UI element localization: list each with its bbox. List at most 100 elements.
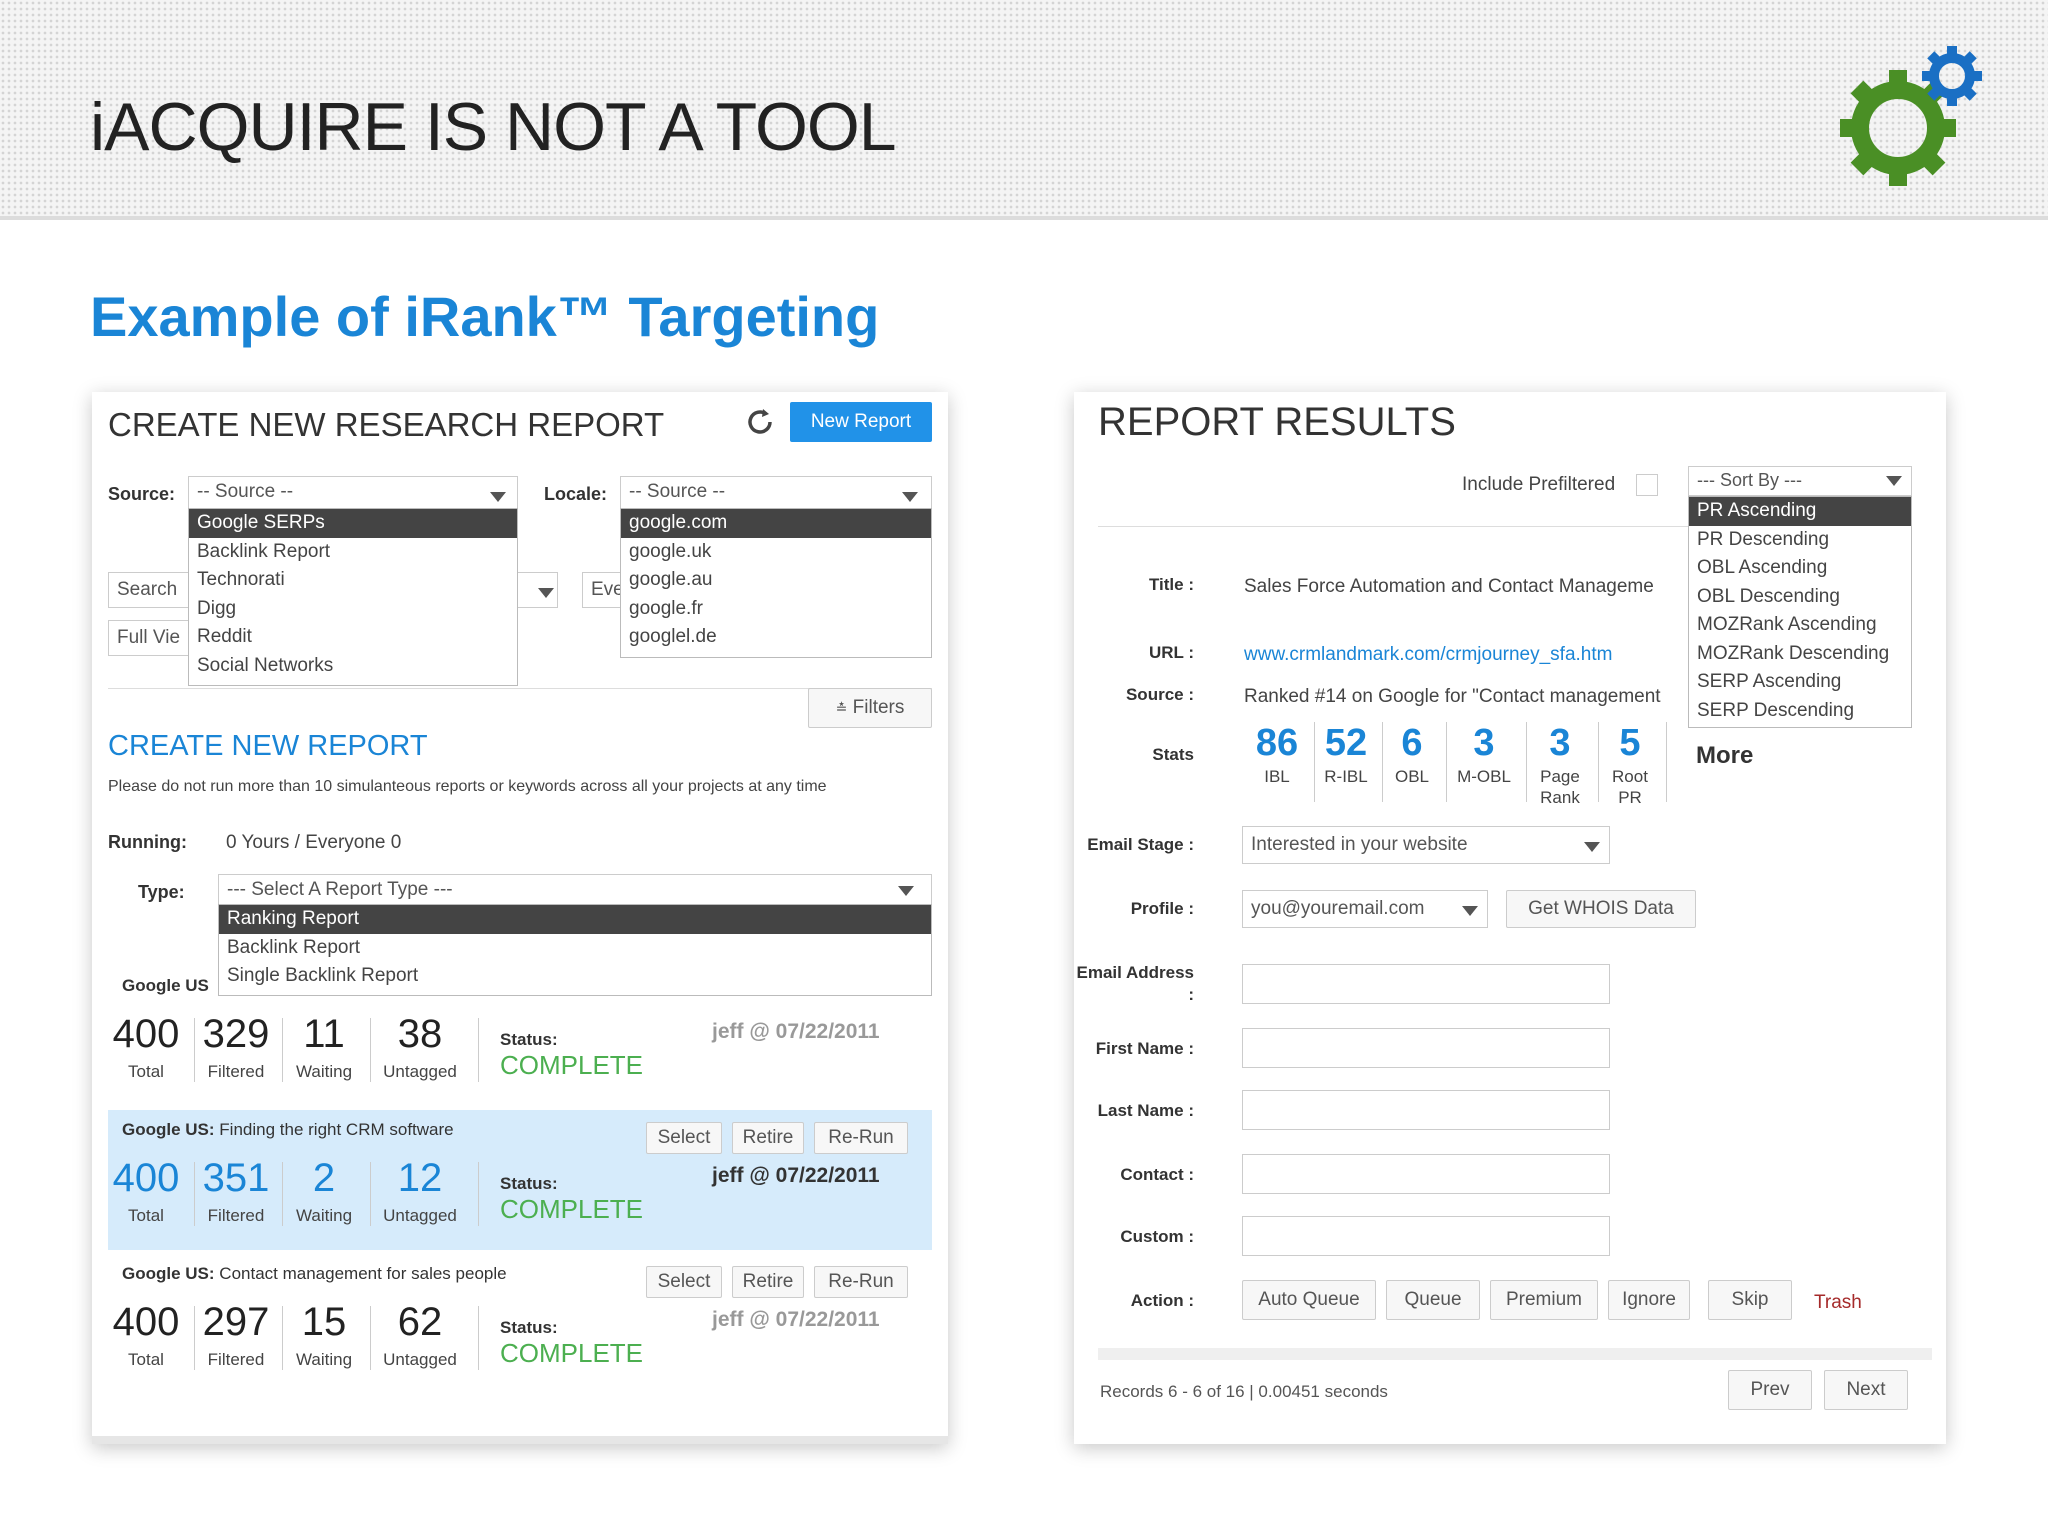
first-name-field[interactable] — [1242, 1028, 1610, 1068]
sort-option[interactable]: PR Ascending — [1689, 497, 1911, 526]
type-dropdown[interactable]: Ranking Report Backlink Report Single Ba… — [218, 904, 932, 996]
more-link[interactable]: More — [1696, 742, 1753, 770]
profile-select[interactable]: you@youremail.com — [1242, 890, 1488, 928]
results-divider — [1098, 526, 1688, 527]
select-button[interactable]: Select — [646, 1122, 722, 1154]
waiting-count: 2 — [312, 1156, 336, 1200]
retire-button[interactable]: Retire — [732, 1266, 804, 1298]
divider — [282, 1018, 283, 1082]
sort-option[interactable]: SERP Descending — [1689, 697, 1911, 726]
sort-dropdown[interactable]: PR Ascending PR Descending OBL Ascending… — [1688, 496, 1912, 728]
prev-button[interactable]: Prev — [1728, 1370, 1812, 1410]
last-name-field[interactable] — [1242, 1090, 1610, 1130]
rerun-button[interactable]: Re-Run — [814, 1266, 908, 1298]
locale-option[interactable]: google.uk — [621, 538, 931, 567]
every-field[interactable]: Eve — [582, 572, 622, 608]
type-option[interactable]: Backlink Report — [219, 934, 931, 963]
filters-chevron-icon: ≛ — [835, 700, 848, 716]
locale-dropdown[interactable]: google.com google.uk google.au google.fr… — [620, 508, 932, 658]
sort-option[interactable]: PR Descending — [1689, 526, 1911, 555]
filters-button[interactable]: ≛ Filters — [808, 688, 932, 728]
filtered-label: Filtered — [207, 1350, 265, 1369]
locale-option[interactable]: google.fr — [621, 595, 931, 624]
sort-select[interactable]: --- Sort By --- — [1688, 466, 1912, 496]
url-label: URL : — [1148, 643, 1194, 662]
stats-label: Stats — [1152, 745, 1194, 764]
select-button[interactable]: Select — [646, 1266, 722, 1298]
skip-button[interactable]: Skip — [1708, 1280, 1792, 1320]
source-option[interactable]: Reddit — [189, 623, 517, 652]
source-option[interactable]: Backlink Report — [189, 538, 517, 567]
full-view-select[interactable]: Full Vie — [108, 620, 192, 656]
ignore-button[interactable]: Ignore — [1608, 1280, 1690, 1320]
waiting-label: Waiting — [295, 1206, 353, 1225]
source-label: Source : — [1125, 685, 1194, 704]
custom-field[interactable] — [1242, 1216, 1610, 1256]
type-option[interactable]: Single Backlink Report — [219, 962, 931, 991]
locale-option[interactable]: googlel.de — [621, 623, 931, 652]
sort-option[interactable]: SERP Ascending — [1689, 668, 1911, 697]
filtered-count: 297 — [202, 1300, 270, 1344]
result-title: Sales Force Automation and Contact Manag… — [1244, 576, 1654, 597]
source-select[interactable]: -- Source -- — [188, 476, 518, 510]
report-row[interactable]: Google US: Contact management for sales … — [108, 1254, 932, 1394]
type-select-value: --- Select A Report Type --- — [227, 879, 453, 900]
source-option[interactable]: Google SERPs — [189, 509, 517, 538]
locale-option[interactable]: google.com — [621, 509, 931, 538]
stat-value: 86 — [1255, 722, 1299, 764]
report-author: jeff @ 07/22/2011 — [712, 1020, 880, 1043]
locale-select[interactable]: -- Source -- — [620, 476, 932, 510]
title-label: Title : — [1148, 575, 1194, 594]
auto-queue-button[interactable]: Auto Queue — [1242, 1280, 1376, 1320]
type-select[interactable]: --- Select A Report Type --- — [218, 874, 932, 908]
email-stage-select[interactable]: Interested in your website — [1242, 826, 1610, 864]
stat-value: 52 — [1324, 722, 1368, 764]
search-input[interactable]: Search — [108, 572, 192, 608]
create-report-heading: CREATE NEW REPORT — [108, 730, 428, 762]
rerun-button[interactable]: Re-Run — [814, 1122, 908, 1154]
retire-button[interactable]: Retire — [732, 1122, 804, 1154]
filtered-count: 351 — [202, 1156, 270, 1200]
source-dropdown[interactable]: Google SERPs Backlink Report Technorati … — [188, 508, 518, 686]
result-source: Ranked #14 on Google for "Contact manage… — [1244, 686, 1661, 707]
get-whois-button[interactable]: Get WHOIS Data — [1506, 890, 1696, 928]
locale-option[interactable]: google.au — [621, 566, 931, 595]
premium-button[interactable]: Premium — [1490, 1280, 1598, 1320]
report-title: Google US — [122, 976, 209, 996]
report-row[interactable]: Google US: Finding the right CRM softwar… — [108, 1110, 932, 1250]
include-prefiltered-checkbox[interactable] — [1636, 474, 1658, 496]
email-address-field[interactable] — [1242, 964, 1610, 1004]
result-url-link[interactable]: www.crmlandmark.com/crmjourney_sfa.htm — [1244, 644, 1612, 666]
source-option[interactable]: Social Networks — [189, 652, 517, 681]
divider — [1446, 722, 1447, 802]
sort-option[interactable]: OBL Descending — [1689, 583, 1911, 612]
source-option[interactable]: Technorati — [189, 566, 517, 595]
contact-field[interactable] — [1242, 1154, 1610, 1194]
queue-button[interactable]: Queue — [1386, 1280, 1480, 1320]
stat-label: R-IBL — [1324, 767, 1368, 786]
sort-option[interactable]: MOZRank Ascending — [1689, 611, 1911, 640]
sort-option[interactable]: OBL Ascending — [1689, 554, 1911, 583]
research-report-panel: CREATE NEW RESEARCH REPORT New Report So… — [92, 392, 948, 1444]
divider — [370, 1018, 371, 1082]
concurrency-notice: Please do not run more than 10 simulante… — [108, 778, 827, 795]
records-divider — [1098, 1348, 1932, 1360]
untagged-label: Untagged — [383, 1350, 457, 1369]
trash-link[interactable]: Trash — [1814, 1292, 1862, 1314]
untagged-count: 38 — [397, 1012, 443, 1056]
divider — [1382, 722, 1383, 802]
chevron-down-icon — [538, 588, 554, 598]
first-name-label: First Name : — [1095, 1039, 1194, 1058]
refresh-icon[interactable] — [744, 406, 776, 438]
divider — [282, 1162, 283, 1226]
type-option[interactable]: Ranking Report — [219, 905, 931, 934]
next-button[interactable]: Next — [1824, 1370, 1908, 1410]
new-report-button[interactable]: New Report — [790, 402, 932, 442]
sort-option[interactable]: MOZRank Descending — [1689, 640, 1911, 669]
profile-value: you@youremail.com — [1251, 898, 1425, 919]
report-author: jeff @ 07/22/2011 — [712, 1308, 880, 1331]
divider — [1666, 722, 1667, 802]
source-option[interactable]: Digg — [189, 595, 517, 624]
email-stage-label: Email Stage : — [1087, 835, 1194, 854]
action-label: Action : — [1130, 1291, 1194, 1310]
